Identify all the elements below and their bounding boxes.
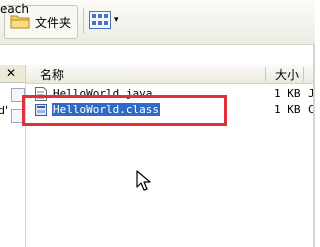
file-size: 1 KB — [274, 87, 301, 100]
column-divider[interactable] — [265, 67, 266, 81]
folder-pane-partial-text: d' — [0, 104, 9, 117]
views-icon — [89, 11, 111, 29]
chevron-down-icon: ▾ — [114, 15, 119, 25]
address-bar[interactable] — [0, 44, 315, 66]
column-header-name[interactable]: 名称 — [40, 66, 64, 83]
folders-button-label: 文件夹 — [35, 16, 72, 30]
window-edge — [313, 44, 315, 247]
address-text: each — [0, 2, 29, 16]
views-button[interactable]: ▾ — [88, 8, 122, 34]
close-icon[interactable]: ✕ — [6, 65, 16, 82]
toolbar-separator — [83, 8, 84, 34]
mouse-cursor-icon — [136, 170, 151, 191]
file-size: 1 KB — [274, 103, 301, 116]
highlight-annotation — [22, 95, 227, 126]
column-divider[interactable] — [303, 67, 304, 81]
list-header — [26, 65, 315, 84]
column-header-size[interactable]: 大小 — [275, 66, 299, 83]
